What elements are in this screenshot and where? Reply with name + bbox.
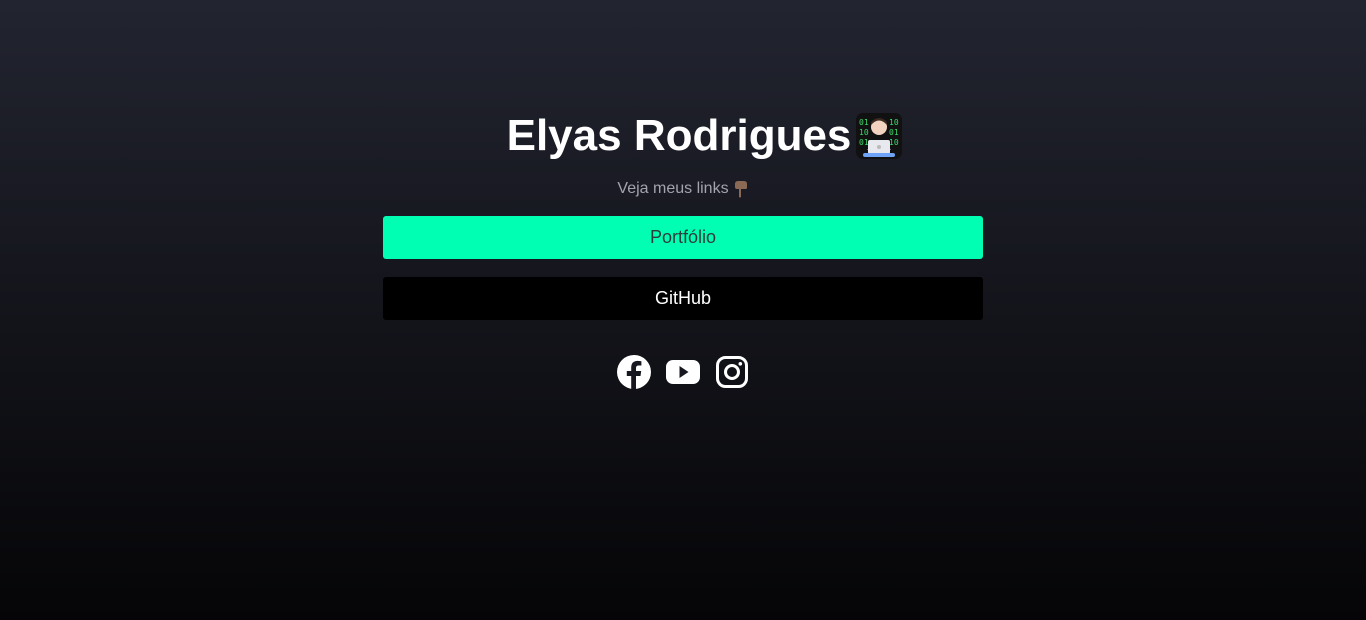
svg-text:10: 10	[889, 138, 899, 147]
subtitle: Veja meus links	[617, 180, 729, 197]
facebook-icon	[617, 354, 651, 394]
subtitle-row: Veja meus links	[617, 178, 748, 200]
github-button[interactable]: GitHub	[383, 277, 983, 320]
pointing-down-hand-icon	[733, 180, 749, 198]
instagram-link[interactable]	[715, 355, 749, 394]
facebook-link[interactable]	[617, 354, 651, 394]
page-title: Elyas Rodrigues	[506, 111, 852, 160]
svg-text:01: 01	[859, 118, 869, 127]
youtube-icon	[666, 355, 700, 394]
social-links	[617, 354, 749, 394]
svg-text:10: 10	[889, 118, 899, 127]
youtube-link[interactable]	[666, 357, 700, 391]
instagram-icon	[715, 355, 749, 394]
svg-text:10: 10	[859, 128, 869, 137]
portfolio-button-label: Portfólio	[649, 227, 717, 247]
github-button-label: GitHub	[654, 288, 712, 308]
portfolio-button[interactable]: Portfólio	[383, 216, 983, 259]
svg-text:01: 01	[859, 138, 869, 147]
svg-text:01: 01	[889, 128, 899, 137]
title-row: Elyas Rodrigues 01 10 10 01 01 10	[507, 110, 904, 162]
technologist-emoji-icon: 01 10 10 01 01 10	[855, 112, 903, 160]
profile-card: Elyas Rodrigues 01 10 10 01 01 10 Veja m…	[383, 110, 983, 392]
